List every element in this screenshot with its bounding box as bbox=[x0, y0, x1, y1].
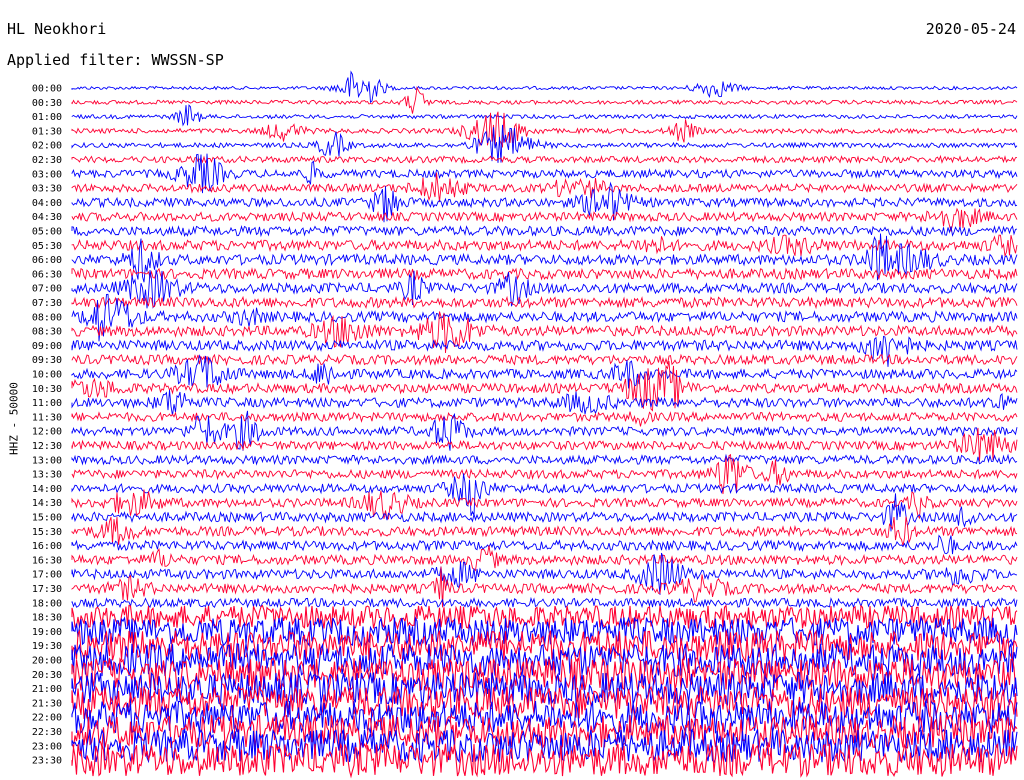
row-time-label: 01:30 bbox=[32, 126, 62, 137]
helicorder-plot: 00:00 00:30 01:00 01:30 02:00 02:30 03:00 03:30… bbox=[32, 70, 1018, 779]
trace-row bbox=[71, 233, 1018, 283]
trace-row bbox=[71, 295, 1018, 310]
row-time-label: 01:00 bbox=[32, 112, 62, 123]
row-time-label: 17:30 bbox=[32, 584, 62, 595]
row-time-label: 16:00 bbox=[32, 541, 62, 552]
row-time-label: 00:30 bbox=[32, 98, 62, 109]
trace-row bbox=[71, 389, 1018, 416]
row-time-label: 23:00 bbox=[32, 741, 62, 752]
row-time-label: 14:00 bbox=[32, 484, 62, 495]
trace-row bbox=[71, 353, 1018, 367]
trace-row bbox=[71, 154, 1018, 165]
row-time-label: 19:30 bbox=[32, 641, 62, 652]
row-time-label: 12:30 bbox=[32, 441, 62, 452]
row-time-label: 21:30 bbox=[32, 698, 62, 709]
row-time-label: 15:00 bbox=[32, 513, 62, 524]
row-time-label: 04:30 bbox=[32, 212, 62, 223]
row-time-label: 17:00 bbox=[32, 570, 62, 581]
trace-row bbox=[71, 207, 1018, 233]
row-time-label: 23:30 bbox=[32, 756, 62, 767]
row-time-label: 04:00 bbox=[32, 198, 62, 209]
row-time-label: 11:00 bbox=[32, 398, 62, 409]
trace-row bbox=[71, 473, 1018, 516]
row-time-label: 14:30 bbox=[32, 498, 62, 509]
row-time-label: 12:00 bbox=[32, 427, 62, 438]
trace-row bbox=[71, 596, 1018, 609]
row-time-label: 19:00 bbox=[32, 627, 62, 638]
trace-row bbox=[71, 86, 1018, 114]
row-time-label: 13:30 bbox=[32, 470, 62, 481]
row-time-label: 00:00 bbox=[32, 84, 62, 95]
row-time-label: 08:30 bbox=[32, 327, 62, 338]
row-time-label: 02:00 bbox=[32, 141, 62, 152]
trace-row bbox=[71, 224, 1018, 238]
trace-row bbox=[71, 427, 1018, 462]
row-time-label: 22:30 bbox=[32, 727, 62, 738]
row-time-label: 08:00 bbox=[32, 312, 62, 323]
row-time-label: 22:00 bbox=[32, 713, 62, 724]
row-time-label: 11:30 bbox=[32, 412, 62, 423]
trace-row bbox=[71, 493, 1018, 532]
row-time-label: 18:00 bbox=[32, 598, 62, 609]
trace-row bbox=[71, 410, 1018, 451]
trace-row bbox=[71, 534, 1018, 555]
row-time-label: 02:30 bbox=[32, 155, 62, 166]
trace-row bbox=[71, 70, 1018, 104]
row-time-label: 03:30 bbox=[32, 184, 62, 195]
row-time-label: 05:30 bbox=[32, 241, 62, 252]
trace-row bbox=[71, 489, 1018, 520]
row-time-label: 09:30 bbox=[32, 355, 62, 366]
row-time-label: 20:00 bbox=[32, 656, 62, 667]
row-time-label: 13:00 bbox=[32, 455, 62, 466]
row-time-label: 03:00 bbox=[32, 169, 62, 180]
row-time-label: 15:30 bbox=[32, 527, 62, 538]
trace-row bbox=[71, 453, 1018, 466]
row-time-label: 07:30 bbox=[32, 298, 62, 309]
row-time-label: 20:30 bbox=[32, 670, 62, 681]
trace-row bbox=[71, 267, 1018, 281]
row-time-label: 16:30 bbox=[32, 555, 62, 566]
row-time-label: 10:30 bbox=[32, 384, 62, 395]
row-time-label: 21:00 bbox=[32, 684, 62, 695]
trace-row bbox=[71, 410, 1018, 427]
trace-row bbox=[71, 104, 1018, 127]
row-time-label: 09:00 bbox=[32, 341, 62, 352]
row-time-label: 05:00 bbox=[32, 227, 62, 238]
row-time-label: 06:00 bbox=[32, 255, 62, 266]
row-time-label: 07:00 bbox=[32, 284, 62, 295]
row-time-label: 06:30 bbox=[32, 269, 62, 280]
trace-row bbox=[71, 545, 1018, 572]
row-time-label: 10:00 bbox=[32, 370, 62, 381]
trace-row bbox=[71, 516, 1018, 547]
row-time-label: 18:30 bbox=[32, 613, 62, 624]
